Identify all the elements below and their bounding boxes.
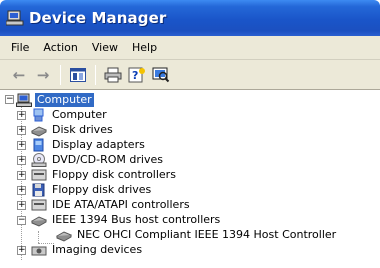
expand-icon[interactable]: + bbox=[17, 156, 26, 165]
toolbar-separator bbox=[95, 64, 96, 85]
tree-item-ide-controllers[interactable]: + IDE ATA/ATAPI controllers bbox=[0, 198, 380, 213]
svg-text:?: ? bbox=[132, 69, 138, 82]
properties-pane-icon[interactable] bbox=[67, 64, 89, 86]
ieee1394-device-icon bbox=[55, 228, 73, 242]
menu-action[interactable]: Action bbox=[36, 39, 84, 56]
disk-drive-icon bbox=[30, 123, 48, 137]
title-bar[interactable]: Device Manager bbox=[0, 0, 380, 36]
menu-bar: File Action View Help bbox=[0, 36, 380, 60]
tree-item-dvd-cdrom[interactable]: + DVD/CD-ROM drives bbox=[0, 153, 380, 168]
tree-item-label[interactable]: IEEE 1394 Bus host controllers bbox=[50, 213, 222, 227]
display-adapter-icon bbox=[31, 138, 47, 152]
tree-item-ieee1394[interactable]: − IEEE 1394 Bus host controllers bbox=[0, 213, 380, 228]
forward-arrow-icon[interactable]: → bbox=[32, 64, 54, 86]
menu-help[interactable]: Help bbox=[125, 39, 164, 56]
ide-controller-icon bbox=[31, 198, 47, 212]
expand-icon[interactable]: + bbox=[17, 186, 26, 195]
tree-item-label[interactable]: DVD/CD-ROM drives bbox=[50, 153, 165, 167]
tree-root-label[interactable]: Computer bbox=[35, 93, 94, 107]
toolbar-separator bbox=[60, 64, 61, 85]
tree-item-computer[interactable]: + Computer bbox=[0, 108, 380, 123]
expand-icon[interactable]: + bbox=[17, 171, 26, 180]
expand-icon[interactable]: + bbox=[17, 141, 26, 150]
computer-icon bbox=[31, 108, 47, 122]
tree-root[interactable]: − Computer bbox=[0, 93, 380, 108]
tree-item-display-adapters[interactable]: + Display adapters bbox=[0, 138, 380, 153]
tree-item-label[interactable]: Floppy disk controllers bbox=[50, 168, 178, 182]
tree-item-nec-ohci[interactable]: NEC OHCI Compliant IEEE 1394 Host Contro… bbox=[0, 228, 380, 243]
tree-item-label[interactable]: Floppy disk drives bbox=[50, 183, 153, 197]
tree-item-floppy-controllers[interactable]: + Floppy disk controllers bbox=[0, 168, 380, 183]
tree-item-imaging[interactable]: + Imaging devices bbox=[0, 243, 380, 258]
help-icon[interactable]: ? bbox=[126, 64, 148, 86]
floppy-controller-icon bbox=[31, 168, 47, 182]
device-tree[interactable]: − Computer + Computer + Disk drives + Di… bbox=[0, 91, 380, 268]
toolbar: ← → ? bbox=[0, 60, 380, 90]
floppy-drive-icon bbox=[31, 183, 47, 197]
tree-item-label[interactable]: Display adapters bbox=[50, 138, 147, 152]
menu-view[interactable]: View bbox=[85, 39, 125, 56]
imaging-icon bbox=[31, 243, 47, 257]
expand-icon[interactable]: + bbox=[17, 201, 26, 210]
tree-item-label[interactable]: NEC OHCI Compliant IEEE 1394 Host Contro… bbox=[75, 228, 338, 242]
print-icon[interactable] bbox=[102, 64, 124, 86]
tree-item-label[interactable]: IDE ATA/ATAPI controllers bbox=[50, 198, 192, 212]
tree-item-floppy-drives[interactable]: + Floppy disk drives bbox=[0, 183, 380, 198]
collapse-icon[interactable]: − bbox=[5, 95, 14, 104]
computer-icon bbox=[16, 93, 32, 107]
tree-item-disk-drives[interactable]: + Disk drives bbox=[0, 123, 380, 138]
tree-item-label[interactable]: Imaging devices bbox=[50, 243, 144, 257]
expand-icon[interactable]: + bbox=[17, 111, 26, 120]
cdrom-icon bbox=[31, 153, 47, 167]
back-arrow-icon[interactable]: ← bbox=[8, 64, 30, 86]
ieee1394-icon bbox=[30, 213, 48, 227]
collapse-icon[interactable]: − bbox=[17, 216, 26, 225]
device-manager-icon bbox=[5, 10, 24, 26]
tree-item-label[interactable]: Computer bbox=[50, 108, 109, 122]
menu-file[interactable]: File bbox=[4, 39, 36, 56]
expand-icon[interactable]: + bbox=[17, 246, 26, 255]
tree-item-label[interactable]: Disk drives bbox=[50, 123, 115, 137]
scan-hardware-icon[interactable] bbox=[150, 64, 172, 86]
window-title: Device Manager bbox=[29, 9, 167, 27]
expand-icon[interactable]: + bbox=[17, 126, 26, 135]
